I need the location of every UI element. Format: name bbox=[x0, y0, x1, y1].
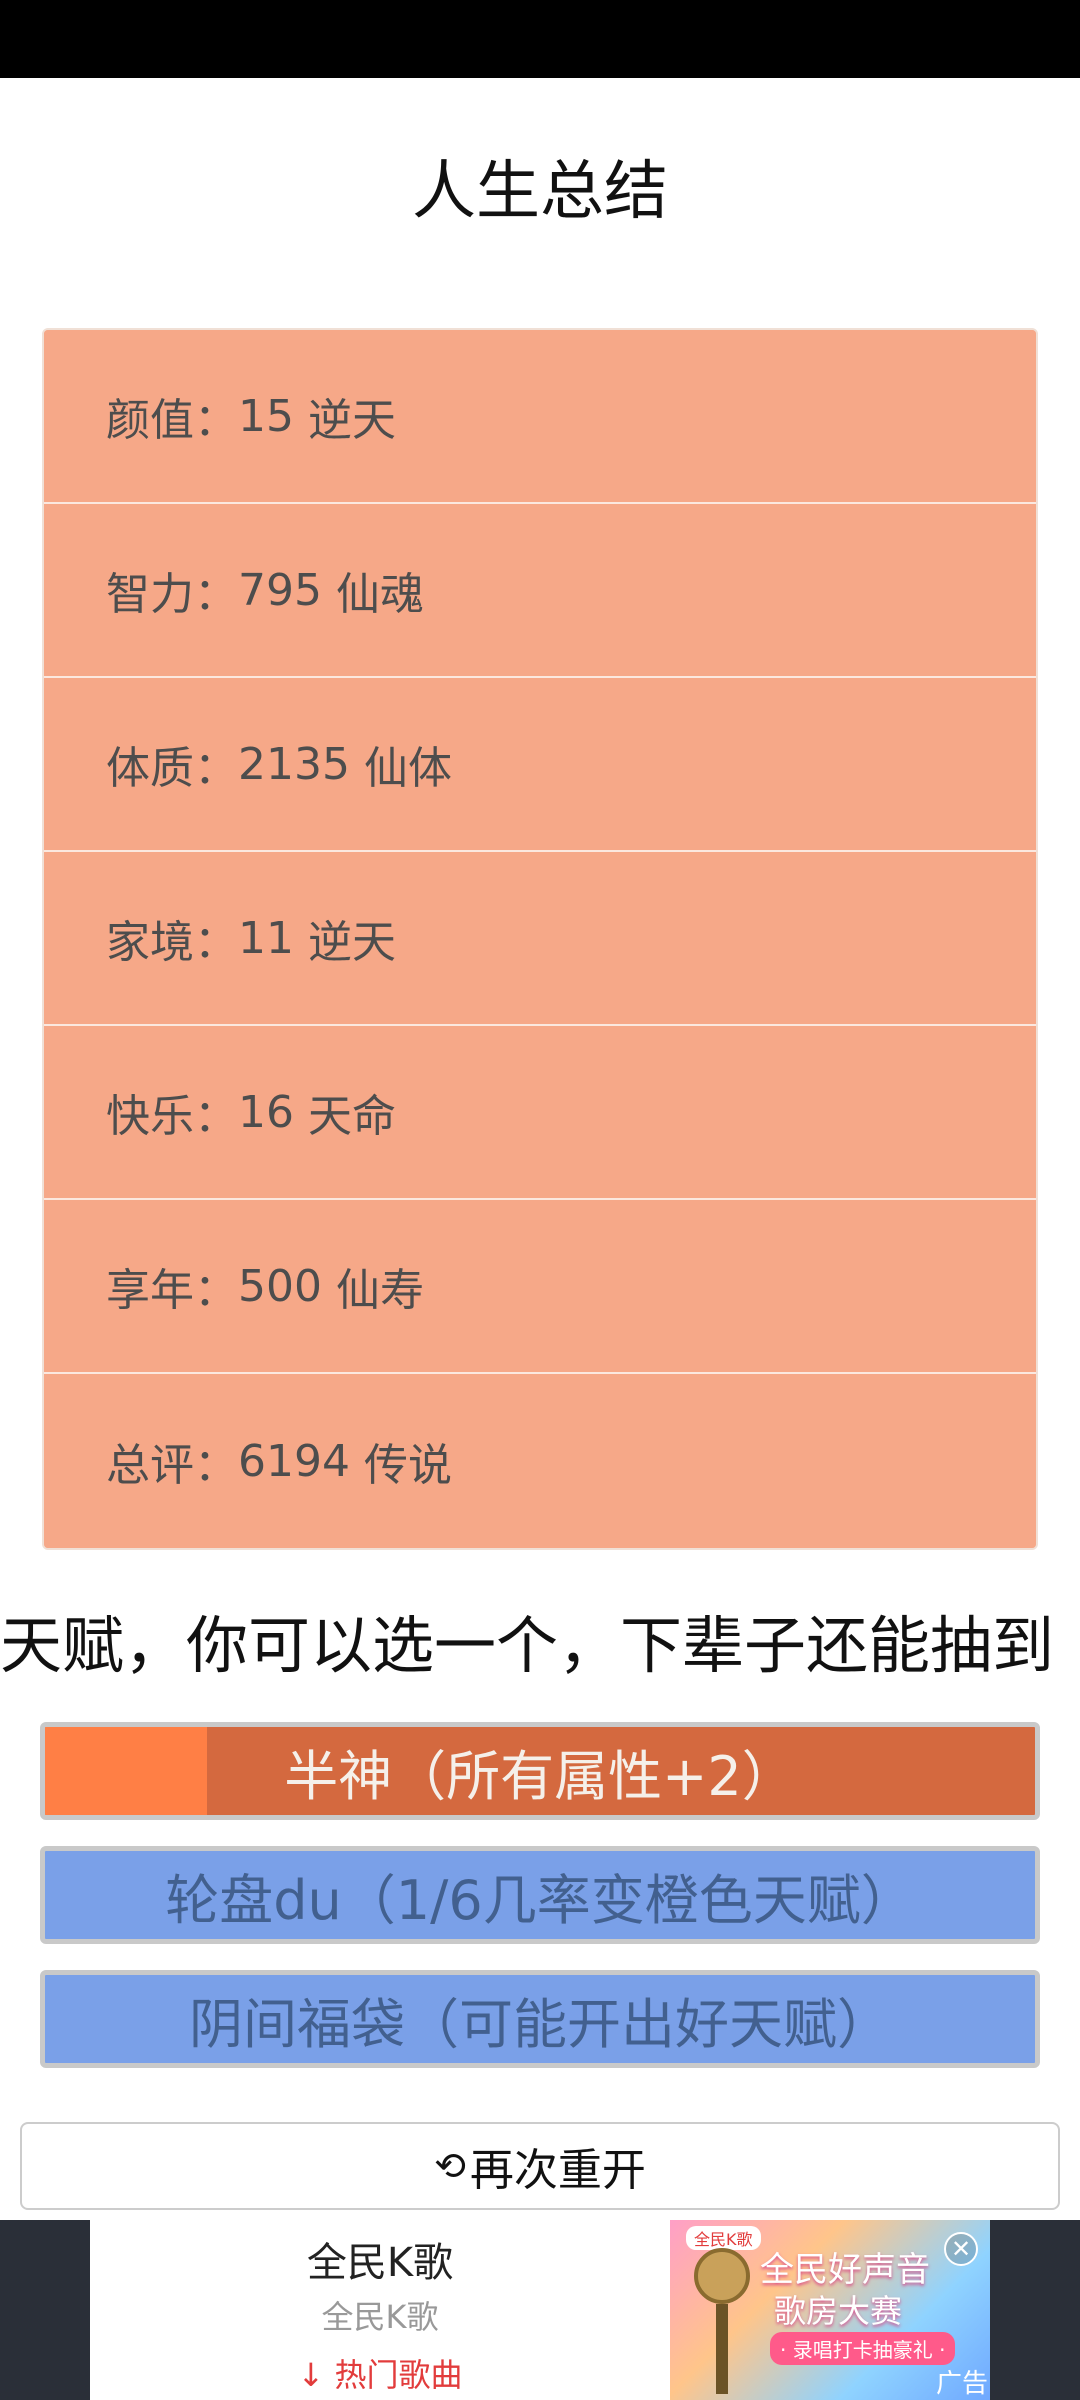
restart-label: 再次重开 bbox=[469, 2145, 646, 2196]
stats-panel: 颜值： 15 逆天 智力： 795 仙魂 体质： 2135 仙体 家境： 11 逆天 快乐： 16… bbox=[42, 328, 1038, 1550]
ad-bar: 全民K歌 全民K歌 ↓ 热门歌曲 全民K歌 全民好声音 歌房大赛 · 录唱打卡抽… bbox=[0, 2220, 1080, 2400]
ad-banner-image[interactable]: 全民K歌 全民好声音 歌房大赛 · 录唱打卡抽豪礼 · 广告 bbox=[670, 2220, 990, 2400]
download-arrow-icon: ↓ bbox=[297, 2356, 325, 2394]
talent-option-label: 半神（所有属性+2） bbox=[284, 1744, 796, 1808]
stat-label: 快乐 bbox=[106, 1091, 194, 1142]
stat-separator: ： bbox=[194, 1091, 238, 1142]
stat-separator: ： bbox=[194, 569, 238, 620]
stat-value: 15 bbox=[238, 390, 294, 442]
stat-separator: ： bbox=[194, 917, 238, 968]
stat-grade: 传说 bbox=[363, 1440, 452, 1491]
stat-separator: ： bbox=[194, 1440, 238, 1491]
stat-row-intelligence: 智力： 795 仙魂 bbox=[44, 504, 1036, 678]
stat-grade: 仙体 bbox=[363, 743, 452, 794]
stat-value: 500 bbox=[238, 1260, 322, 1312]
stat-grade: 逆天 bbox=[308, 917, 396, 968]
status-bar bbox=[0, 0, 1080, 78]
ad-banner-subheadline: 歌房大赛 bbox=[774, 2292, 903, 2330]
stat-label: 体质 bbox=[106, 743, 194, 794]
stat-grade: 天命 bbox=[308, 1091, 396, 1142]
restart-button[interactable]: ⟲ 再次重开 bbox=[20, 2122, 1060, 2210]
stat-row-overall: 总评： 6194 传说 bbox=[44, 1374, 1036, 1548]
ad-tag: 广告 bbox=[935, 2369, 988, 2399]
ad-app-subtitle: 全民K歌 bbox=[321, 2298, 439, 2336]
selection-highlight bbox=[45, 1727, 207, 1815]
ad-banner-brand: 全民K歌 bbox=[686, 2226, 761, 2250]
stat-value: 2135 bbox=[238, 738, 350, 790]
close-icon[interactable]: ✕ bbox=[944, 2232, 978, 2266]
talent-option-demigod[interactable]: 半神（所有属性+2） bbox=[40, 1722, 1040, 1820]
stat-separator: ： bbox=[194, 743, 238, 794]
refresh-icon: ⟲ bbox=[434, 2144, 466, 2188]
stat-grade: 仙寿 bbox=[335, 1265, 424, 1316]
ad-app-name: 全民K歌 bbox=[306, 2240, 454, 2286]
talent-option-roulette[interactable]: 轮盘du（1/6几率变橙色天赋） bbox=[40, 1846, 1040, 1944]
stat-label: 享年 bbox=[106, 1265, 194, 1316]
stat-row-constitution: 体质： 2135 仙体 bbox=[44, 678, 1036, 852]
ad-download-label: 热门歌曲 bbox=[334, 2356, 463, 2394]
talent-option-label: 轮盘du（1/6几率变橙色天赋） bbox=[165, 1868, 915, 1932]
talent-option-lucky-bag[interactable]: 阴间福袋（可能开出好天赋） bbox=[40, 1970, 1040, 2068]
stat-grade: 仙魂 bbox=[335, 569, 424, 620]
stat-label: 家境 bbox=[106, 917, 194, 968]
microphone-icon bbox=[694, 2248, 750, 2304]
stat-row-lifespan: 享年： 500 仙寿 bbox=[44, 1200, 1036, 1374]
stat-separator: ： bbox=[194, 1265, 238, 1316]
stat-grade: 逆天 bbox=[308, 395, 396, 446]
stat-label: 智力 bbox=[106, 569, 194, 620]
talent-option-label: 阴间福袋（可能开出好天赋） bbox=[189, 1992, 891, 2056]
ad-download-link[interactable]: ↓ 热门歌曲 bbox=[180, 2350, 580, 2396]
stat-row-happiness: 快乐： 16 天命 bbox=[44, 1026, 1036, 1200]
ad-banner-tagline: · 录唱打卡抽豪礼 · bbox=[770, 2332, 956, 2365]
stat-separator: ： bbox=[194, 395, 238, 446]
stat-label: 颜值 bbox=[106, 395, 194, 446]
ad-banner-headline: 全民好声音 bbox=[760, 2250, 930, 2290]
stat-row-appearance: 颜值： 15 逆天 bbox=[44, 330, 1036, 504]
talent-header: 天赋，你可以选一个，下辈子还能抽到 bbox=[0, 1609, 1055, 1682]
stat-value: 6194 bbox=[238, 1435, 350, 1487]
stat-value: 11 bbox=[238, 912, 294, 964]
stat-value: 795 bbox=[238, 564, 322, 616]
page-title: 人生总结 bbox=[412, 155, 668, 229]
stat-label: 总评 bbox=[106, 1440, 194, 1491]
microphone-stand bbox=[716, 2304, 728, 2394]
stat-value: 16 bbox=[238, 1086, 294, 1138]
stat-row-family: 家境： 11 逆天 bbox=[44, 852, 1036, 1026]
